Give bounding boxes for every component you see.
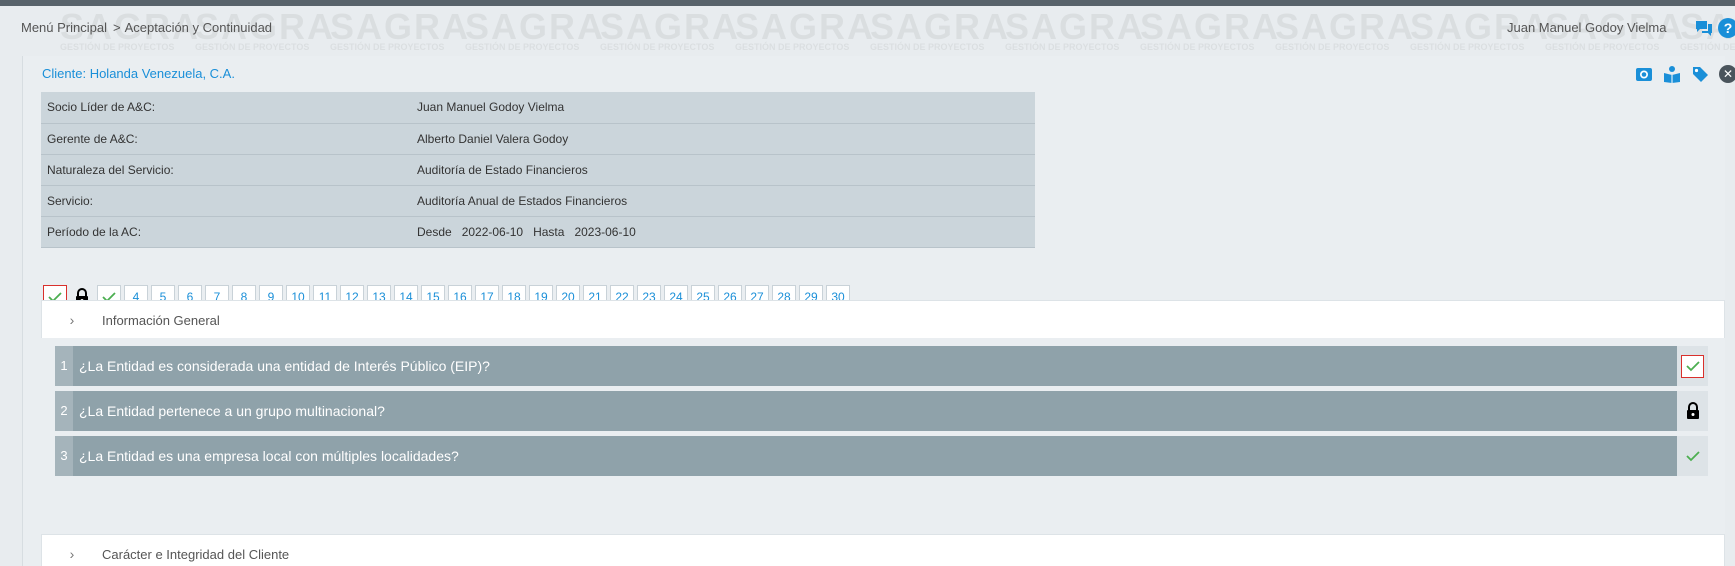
info-label: Servicio: <box>41 185 411 217</box>
main-card: Cliente: Holanda Venezuela, C.A. ✕ Socio… <box>22 56 1735 566</box>
user-book-icon[interactable] <box>1663 65 1683 83</box>
section-title: Información General <box>102 312 220 328</box>
info-value: Auditoría Anual de Estados Financieros <box>411 185 1035 217</box>
info-value: Juan Manuel Godoy Vielma <box>411 92 1035 124</box>
period-label: Período de la AC: <box>41 216 411 248</box>
period-from: 2022-06-10 <box>461 224 524 239</box>
period-value: Desde 2022-06-10 Hasta 2023-06-10 <box>411 216 1035 248</box>
question-number: 1 <box>55 346 73 386</box>
info-value: Auditoría de Estado Financieros <box>411 154 1035 186</box>
user-name[interactable]: Juan Manuel Godoy Vielma <box>1507 20 1666 35</box>
section-informacion-general[interactable]: › Información General <box>41 300 1725 340</box>
question-text: ¿La Entidad pertenece a un grupo multina… <box>79 403 385 419</box>
question-row-2[interactable]: 2 ¿La Entidad pertenece a un grupo multi… <box>55 391 1708 431</box>
info-label: Gerente de A&C: <box>41 123 411 155</box>
info-label: Socio Líder de A&C: <box>41 92 411 124</box>
question-status[interactable] <box>1677 436 1708 476</box>
question-text: ¿La Entidad es considerada una entidad d… <box>79 358 490 374</box>
chat-icon[interactable] <box>1694 18 1714 38</box>
question-number: 3 <box>55 436 73 476</box>
breadcrumb: Menú Principal > Aceptación y Continuidad <box>21 20 274 35</box>
lock-icon <box>1681 400 1704 423</box>
question-text: ¿La Entidad es una empresa local con múl… <box>79 448 459 464</box>
period-to-label: Hasta <box>533 224 565 239</box>
section-title: Carácter e Integridad del Cliente <box>102 546 290 562</box>
info-row-period: Período de la AC: Desde 2022-06-10 Hasta 20… <box>41 216 1035 248</box>
info-label: Naturaleza del Servicio: <box>41 154 411 186</box>
header: Menú Principal > Aceptación y Continuidad … <box>0 6 1735 56</box>
question-number: 2 <box>55 391 73 431</box>
info-row: Socio Líder de A&C: Juan Manuel Godoy Vi… <box>41 92 1035 124</box>
breadcrumb-menu-principal[interactable]: Menú Principal <box>21 20 107 35</box>
section-caracter-integridad[interactable]: › Carácter e Integridad del Cliente <box>41 534 1725 566</box>
questions-area: 1 ¿La Entidad es considerada una entidad… <box>41 338 1725 488</box>
check-icon <box>1681 354 1704 378</box>
question-row-1[interactable]: 1 ¿La Entidad es considerada una entidad… <box>55 346 1708 386</box>
chevron-right-icon: › <box>69 312 75 328</box>
question-row-3[interactable]: 3 ¿La Entidad es una empresa local con m… <box>55 436 1708 476</box>
help-icon[interactable]: ? <box>1718 18 1735 38</box>
info-row: Servicio: Auditoría Anual de Estados Fin… <box>41 185 1035 217</box>
check-icon <box>1681 445 1704 468</box>
period-from-label: Desde <box>417 224 452 239</box>
client-title: Cliente: Holanda Venezuela, C.A. <box>42 66 235 81</box>
info-row: Gerente de A&C: Alberto Daniel Valera Go… <box>41 123 1035 155</box>
camera-icon[interactable] <box>1635 65 1655 83</box>
chevron-right-icon: › <box>69 546 75 562</box>
info-value: Alberto Daniel Valera Godoy <box>411 123 1035 155</box>
tag-icon[interactable] <box>1691 65 1711 83</box>
header-icons: ? <box>1694 18 1735 38</box>
breadcrumb-separator: > <box>113 20 121 35</box>
close-icon[interactable]: ✕ <box>1719 65 1735 83</box>
info-table: Socio Líder de A&C: Juan Manuel Godoy Vi… <box>41 92 1035 248</box>
question-status[interactable] <box>1677 391 1708 431</box>
breadcrumb-current[interactable]: Aceptación y Continuidad <box>125 20 272 35</box>
period-to: 2023-06-10 <box>574 224 636 239</box>
card-actions: ✕ <box>1635 65 1735 83</box>
question-status[interactable] <box>1677 346 1708 386</box>
info-row: Naturaleza del Servicio: Auditoría de Es… <box>41 154 1035 186</box>
